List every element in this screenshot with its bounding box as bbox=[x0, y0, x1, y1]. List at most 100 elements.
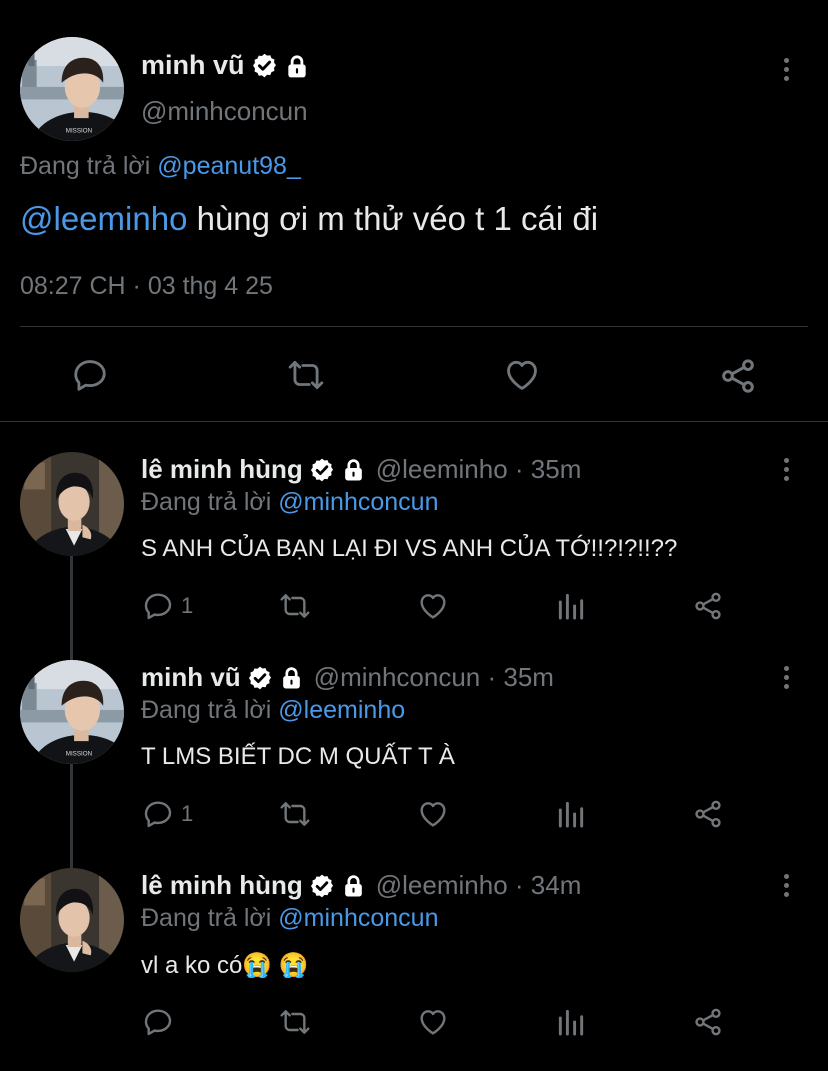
verified-badge-icon bbox=[309, 873, 335, 899]
replying-to-link[interactable]: @minhconcun bbox=[278, 904, 438, 932]
analytics-icon bbox=[555, 798, 587, 830]
replying-prefix: Đang trả lời bbox=[20, 152, 151, 180]
reply-icon bbox=[141, 1006, 175, 1038]
like-button[interactable] bbox=[416, 590, 450, 622]
avatar[interactable] bbox=[20, 452, 124, 556]
author-handle-time[interactable]: @leeminho · 35m bbox=[376, 454, 582, 485]
replying-to: Đang trả lời @minhconcun bbox=[141, 904, 438, 933]
action-bar bbox=[0, 1004, 828, 1040]
views-button[interactable] bbox=[555, 798, 587, 830]
main-tweet: minh vũ @minhconcun Đang trả lời @peanut… bbox=[0, 0, 828, 422]
retweet-button[interactable] bbox=[284, 356, 328, 394]
tweet-text: @leeminho hùng ơi m thử véo t 1 cái đi bbox=[20, 200, 598, 238]
retweet-button[interactable] bbox=[276, 798, 314, 830]
mention-link[interactable]: @leeminho bbox=[20, 200, 187, 237]
avatar-image bbox=[20, 868, 124, 972]
replying-to-link[interactable]: @minhconcun bbox=[278, 488, 438, 516]
verified-badge-icon bbox=[251, 52, 278, 79]
avatar-image bbox=[20, 37, 124, 141]
verified-badge-icon bbox=[309, 457, 335, 483]
like-icon bbox=[416, 590, 450, 622]
lock-icon bbox=[284, 53, 310, 79]
reply-button[interactable]: 1 bbox=[141, 590, 193, 622]
avatar-image bbox=[20, 660, 124, 764]
analytics-icon bbox=[555, 590, 587, 622]
action-bar bbox=[0, 352, 828, 398]
retweet-icon bbox=[276, 590, 314, 622]
author-name-row: lê minh hùng @leeminho · 35m bbox=[141, 454, 581, 485]
avatar[interactable] bbox=[20, 868, 124, 972]
replying-to-link[interactable]: @peanut98_ bbox=[157, 152, 301, 180]
reply-button[interactable] bbox=[141, 1006, 175, 1038]
avatar[interactable] bbox=[20, 660, 124, 764]
like-icon bbox=[416, 798, 450, 830]
tweet-text: T LMS BIẾT DC M QUẤT T À bbox=[141, 743, 455, 770]
author-handle-time[interactable]: @minhconcun · 35m bbox=[314, 662, 554, 693]
share-button[interactable] bbox=[692, 798, 724, 830]
views-button[interactable] bbox=[555, 1006, 587, 1038]
analytics-icon bbox=[555, 1006, 587, 1038]
share-icon bbox=[692, 590, 724, 622]
replying-to-link[interactable]: @leeminho bbox=[278, 696, 405, 724]
share-button[interactable] bbox=[692, 590, 724, 622]
more-options-icon[interactable] bbox=[782, 458, 790, 481]
share-icon bbox=[718, 356, 758, 396]
like-button[interactable] bbox=[416, 1006, 450, 1038]
author-name-row[interactable]: minh vũ bbox=[141, 50, 310, 81]
retweet-icon bbox=[276, 798, 314, 830]
share-icon bbox=[692, 1006, 724, 1038]
reply-tweet[interactable]: lê minh hùng @leeminho · 34m Đang trả lờ… bbox=[0, 836, 828, 1044]
replying-to: Đang trả lời @leeminho bbox=[141, 696, 405, 725]
reply-icon bbox=[141, 590, 175, 622]
author-display-name[interactable]: minh vũ bbox=[141, 50, 245, 81]
tweet-text: vl a ko có😭 😭 bbox=[141, 952, 309, 979]
tweet-timestamp[interactable]: 08:27 CH · 03 thg 4 25 bbox=[20, 272, 273, 301]
like-button[interactable] bbox=[502, 356, 542, 394]
author-name-row: lê minh hùng @leeminho · 34m bbox=[141, 870, 581, 901]
share-button[interactable] bbox=[718, 356, 758, 396]
replying-prefix: Đang trả lời bbox=[141, 696, 272, 724]
lock-icon bbox=[341, 457, 366, 482]
avatar[interactable] bbox=[20, 37, 124, 141]
more-options-icon[interactable] bbox=[782, 58, 790, 81]
views-button[interactable] bbox=[555, 590, 587, 622]
more-options-icon[interactable] bbox=[782, 874, 790, 897]
share-icon bbox=[692, 798, 724, 830]
lock-icon bbox=[341, 873, 366, 898]
replying-prefix: Đang trả lời bbox=[141, 904, 272, 932]
divider bbox=[20, 326, 808, 327]
replying-prefix: Đang trả lời bbox=[141, 488, 272, 516]
lock-icon bbox=[279, 665, 304, 690]
tweet-text: S ANH CỦA BẠN LẠI ĐI VS ANH CỦA TỚ!!?!?!… bbox=[141, 535, 678, 562]
like-button[interactable] bbox=[416, 798, 450, 830]
action-bar: 1 bbox=[0, 588, 828, 624]
author-display-name[interactable]: minh vũ bbox=[141, 662, 241, 693]
retweet-icon bbox=[284, 356, 328, 394]
author-display-name[interactable]: lê minh hùng bbox=[141, 870, 303, 901]
reply-button[interactable]: 1 bbox=[141, 798, 193, 830]
replying-to: Đang trả lời @minhconcun bbox=[141, 488, 438, 517]
reply-count: 1 bbox=[181, 801, 194, 826]
retweet-button[interactable] bbox=[276, 1006, 314, 1038]
author-handle[interactable]: @minhconcun bbox=[141, 96, 308, 127]
reply-icon bbox=[71, 356, 109, 394]
more-options-icon[interactable] bbox=[782, 666, 790, 689]
retweet-button[interactable] bbox=[276, 590, 314, 622]
verified-badge-icon bbox=[247, 665, 273, 691]
share-button[interactable] bbox=[692, 1006, 724, 1038]
reply-button[interactable] bbox=[71, 356, 109, 394]
reply-count: 1 bbox=[181, 593, 194, 618]
replying-to: Đang trả lời @peanut98_ bbox=[20, 152, 301, 181]
reply-tweet[interactable]: minh vũ @minhconcun · 35m Đang trả lời @… bbox=[0, 628, 828, 836]
action-bar: 1 bbox=[0, 796, 828, 832]
reply-icon bbox=[141, 798, 175, 830]
author-handle-time[interactable]: @leeminho · 34m bbox=[376, 870, 582, 901]
tweet-body: hùng ơi m thử véo t 1 cái đi bbox=[187, 200, 599, 237]
author-display-name[interactable]: lê minh hùng bbox=[141, 454, 303, 485]
avatar-image bbox=[20, 452, 124, 556]
author-name-row: minh vũ @minhconcun · 35m bbox=[141, 662, 554, 693]
like-icon bbox=[502, 356, 542, 394]
like-icon bbox=[416, 1006, 450, 1038]
reply-tweet[interactable]: lê minh hùng @leeminho · 35m Đang trả lờ… bbox=[0, 420, 828, 628]
retweet-icon bbox=[276, 1006, 314, 1038]
